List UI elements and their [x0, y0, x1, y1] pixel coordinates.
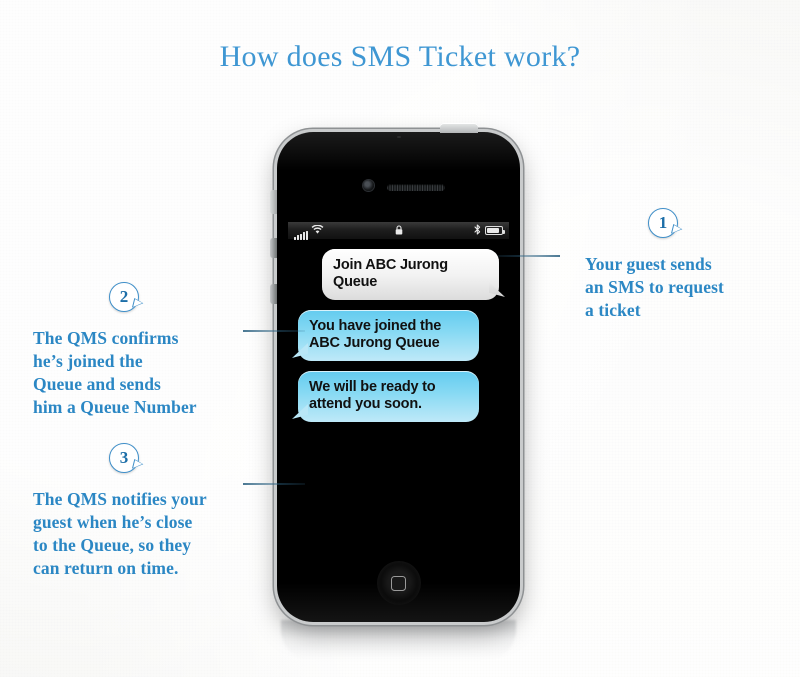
- speaker-grille-icon: [386, 184, 445, 191]
- message-text: You have joined the ABC Jurong Queue: [309, 318, 442, 351]
- step-marker-2: 2: [109, 282, 145, 313]
- step-text-line: a ticket: [585, 300, 641, 320]
- status-bar-right: [474, 222, 505, 240]
- battery-icon: [485, 226, 505, 235]
- camera-icon: [362, 180, 374, 191]
- step-text-line: guest when he’s close: [33, 512, 193, 532]
- phone-body: Join ABC Jurong Queue You have joined th…: [270, 123, 524, 626]
- connector-line-step-1: [498, 255, 560, 257]
- step-text-line: Your guest sends: [585, 254, 712, 274]
- message-list: Join ABC Jurong Queue You have joined th…: [288, 239, 509, 430]
- message-text: Join ABC Jurong Queue: [333, 257, 448, 290]
- status-bar-left: [294, 222, 324, 240]
- phone-reflection: [281, 620, 516, 660]
- step-number: 3: [119, 448, 129, 467]
- page-title: How does SMS Ticket work?: [219, 40, 581, 73]
- step-text-line: him a Queue Number: [33, 397, 197, 417]
- step-text-line: to the Queue, so they: [33, 535, 192, 555]
- step-text-line: The QMS confirms: [33, 328, 179, 348]
- step-marker-1: 1: [648, 208, 684, 239]
- callout-step-1: 1 Your guest sends an SMS to request a t…: [585, 208, 724, 322]
- callout-step-2: 2 The QMS confirms he’s joined the Queue…: [33, 282, 197, 419]
- wifi-icon: [311, 222, 324, 240]
- step-text-line: can return on time.: [33, 558, 179, 578]
- step-text-line: The QMS notifies your: [33, 489, 207, 509]
- volume-down-button[interactable]: [270, 284, 277, 304]
- bubble-tail: [292, 404, 308, 419]
- callout-step-3: 3 The QMS notifies your guest when he’s …: [33, 443, 207, 580]
- bubble-tail: [292, 343, 308, 358]
- message-text: We will be ready to attend you soon.: [309, 379, 436, 412]
- phone-illustration: Join ABC Jurong Queue You have joined th…: [255, 120, 535, 660]
- step-text-line: Queue and sends: [33, 374, 161, 394]
- mute-switch[interactable]: [270, 190, 277, 214]
- bubble-tail: [489, 282, 505, 297]
- microphone-icon: [396, 136, 401, 138]
- status-bar: [288, 222, 509, 240]
- lock-icon: [395, 222, 403, 239]
- step-marker-3: 3: [109, 443, 145, 474]
- power-button[interactable]: [440, 123, 478, 133]
- volume-up-button[interactable]: [270, 238, 277, 258]
- step-text-line: an SMS to request: [585, 277, 724, 297]
- bluetooth-icon: [474, 222, 481, 240]
- step-number: 1: [658, 213, 668, 232]
- message-bubble-incoming: Join ABC Jurong Queue: [322, 249, 505, 300]
- phone-screen: Join ABC Jurong Queue You have joined th…: [288, 222, 509, 544]
- message-bubble-outgoing: You have joined the ABC Jurong Queue: [292, 310, 479, 361]
- message-bubble-outgoing: We will be ready to attend you soon.: [292, 371, 479, 422]
- connector-line-step-2: [243, 330, 305, 332]
- signal-bars-icon: [294, 230, 308, 240]
- step-number: 2: [119, 287, 129, 306]
- home-button[interactable]: [376, 561, 421, 605]
- step-text-line: he’s joined the: [33, 351, 143, 371]
- connector-line-step-3: [243, 483, 305, 485]
